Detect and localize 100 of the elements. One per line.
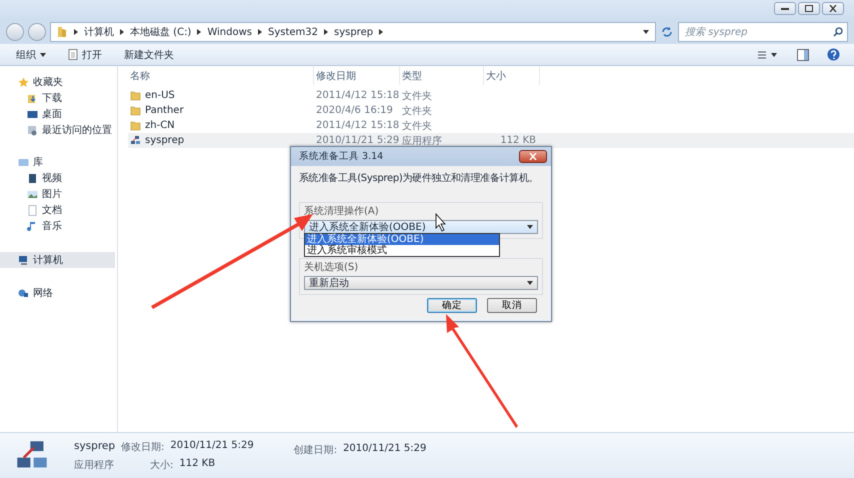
sidebar-label: 收藏夹 xyxy=(33,76,63,89)
column-header[interactable]: 大小 xyxy=(486,68,506,82)
sidebar-item[interactable]: 计算机 xyxy=(0,252,115,268)
video-icon xyxy=(27,172,38,184)
caret-icon xyxy=(40,52,46,56)
search-icon xyxy=(833,27,843,37)
toolbar-button[interactable]: 打开 xyxy=(66,46,104,64)
dialog-description: 系统准备工具(Sysprep)为硬件独立和清理准备计算机。 xyxy=(299,172,540,185)
breadcrumb-item[interactable]: 本地磁盘 (C:) xyxy=(130,25,192,39)
file-row[interactable]: zh-CN 2011/4/12 15:18 文件夹 xyxy=(128,118,854,133)
network-icon xyxy=(18,288,29,298)
dialog-title: 系统准备工具 3.14 xyxy=(299,150,384,163)
detail-value: 2010/11/21 5:29 xyxy=(343,443,426,456)
document-icon xyxy=(27,204,38,216)
maximize-button[interactable] xyxy=(798,2,820,15)
breadcrumb-item[interactable]: System32 xyxy=(268,26,318,38)
breadcrumb-item[interactable]: 计算机 xyxy=(84,25,114,39)
sidebar-label: 图片 xyxy=(42,188,62,201)
table-cell-text: 应用程序 xyxy=(402,134,442,148)
folder-icon xyxy=(57,26,68,38)
chevron-icon xyxy=(197,29,202,35)
table-cell-text: 文件夹 xyxy=(402,104,432,118)
breadcrumb-item[interactable]: sysprep xyxy=(334,26,374,38)
dropdown[interactable]: 进入系统全新体验(OOBE) xyxy=(304,220,538,234)
table-cell: 2011/4/12 15:18 xyxy=(316,90,400,101)
file-type: 应用程序 xyxy=(74,458,114,472)
sidebar-item[interactable]: 图片 xyxy=(0,186,115,202)
preview-pane-icon[interactable] xyxy=(797,48,809,60)
column-header[interactable]: 名称 xyxy=(130,68,150,82)
toolbar-button[interactable]: 新建文件夹 xyxy=(122,46,176,64)
search-field[interactable]: 搜索 sysprep xyxy=(678,22,848,42)
computer-icon xyxy=(18,254,29,266)
file-row[interactable]: Panther 2020/4/6 16:19 文件夹 xyxy=(128,103,854,118)
detail-label: 修改日期: xyxy=(121,440,164,454)
column-header[interactable]: 修改日期 xyxy=(316,68,356,82)
table-cell: 2011/4/12 15:18 xyxy=(316,120,400,131)
chevron-icon xyxy=(324,29,328,35)
close-icon xyxy=(829,5,837,12)
minimize-icon xyxy=(781,7,789,10)
sidebar-item[interactable]: 视频 xyxy=(0,170,115,186)
folder-icon xyxy=(130,105,141,116)
table-cell-text: 文件夹 xyxy=(402,120,432,132)
minimize-button[interactable] xyxy=(774,2,796,15)
folder-icon xyxy=(130,120,141,131)
dropdown[interactable]: 重新启动 xyxy=(304,276,538,290)
chevron-icon xyxy=(379,29,384,35)
file-name: sysprep xyxy=(74,440,116,454)
toolbar-button[interactable]: 组织 xyxy=(14,46,48,64)
close-icon xyxy=(529,153,537,160)
dialog-button[interactable]: 确定 xyxy=(427,298,477,313)
refresh-icon[interactable] xyxy=(660,25,674,39)
document-icon xyxy=(68,49,78,60)
caret-icon xyxy=(527,281,533,285)
table-cell-text: 文件夹 xyxy=(402,90,432,102)
detail-value: 112 KB xyxy=(179,458,216,470)
sidebar-label: 桌面 xyxy=(42,108,62,121)
sidebar-item[interactable]: 网络 xyxy=(0,285,115,301)
view-options-icon[interactable] xyxy=(757,50,779,60)
sidebar-item[interactable]: 最近访问的位置 xyxy=(0,122,115,138)
column-header[interactable]: 类型 xyxy=(402,68,422,82)
sidebar-item[interactable]: 库 xyxy=(0,154,115,170)
sidebar-label: 最近访问的位置 xyxy=(42,124,112,137)
chevron-icon xyxy=(74,29,78,35)
table-cell: Panther xyxy=(145,105,184,116)
address-bar[interactable]: 计算机 本地磁盘 (C:) Windows System32 sysprep xyxy=(50,22,656,42)
sidebar-label: 下载 xyxy=(42,92,62,105)
breadcrumb-item[interactable]: Windows xyxy=(207,26,252,38)
desktop-icon xyxy=(27,108,38,120)
caret-icon xyxy=(527,225,533,229)
sidebar-label: 计算机 xyxy=(33,254,63,267)
file-row[interactable]: en-US 2011/4/12 15:18 文件夹 xyxy=(128,88,854,103)
table-cell: 2020/4/6 16:19 xyxy=(316,105,393,116)
sidebar-item[interactable]: 下载 xyxy=(0,90,115,106)
download-folder-icon xyxy=(27,92,38,104)
dropdown-option[interactable]: 进入系统全新体验(OOBE) xyxy=(305,234,499,245)
detail-label: 大小: xyxy=(150,458,174,472)
sidebar-label: 文档 xyxy=(42,204,62,217)
close-button[interactable] xyxy=(519,150,547,163)
table-cell: 112 KB xyxy=(500,135,536,146)
dialog-button[interactable]: 取消 xyxy=(487,298,537,313)
sidebar-label: 网络 xyxy=(33,287,53,300)
help-icon[interactable] xyxy=(827,48,840,61)
table-cell: sysprep xyxy=(145,135,184,146)
sidebar-item[interactable]: 桌面 xyxy=(0,106,115,122)
sidebar-item[interactable]: 收藏夹 xyxy=(0,74,115,90)
sidebar-item[interactable]: 音乐 xyxy=(0,218,115,234)
table-cell: en-US xyxy=(145,90,175,101)
group-label: 系统清理操作(A) xyxy=(304,206,379,217)
close-button[interactable] xyxy=(822,2,844,15)
detail-value: 2010/11/21 5:29 xyxy=(170,440,254,452)
caret-icon xyxy=(643,30,649,34)
sidebar-label: 库 xyxy=(33,156,43,169)
detail-label: 创建日期: xyxy=(294,444,338,457)
table-cell: 2010/11/21 5:29 xyxy=(316,135,400,146)
file-row[interactable]: sysprep 2010/11/21 5:29 应用程序 112 KB xyxy=(128,133,854,148)
sidebar-item[interactable]: 文档 xyxy=(0,202,115,218)
app-icon xyxy=(130,135,141,146)
maximize-icon xyxy=(805,5,813,12)
music-note-icon xyxy=(27,220,38,232)
sidebar-label: 音乐 xyxy=(42,220,62,233)
